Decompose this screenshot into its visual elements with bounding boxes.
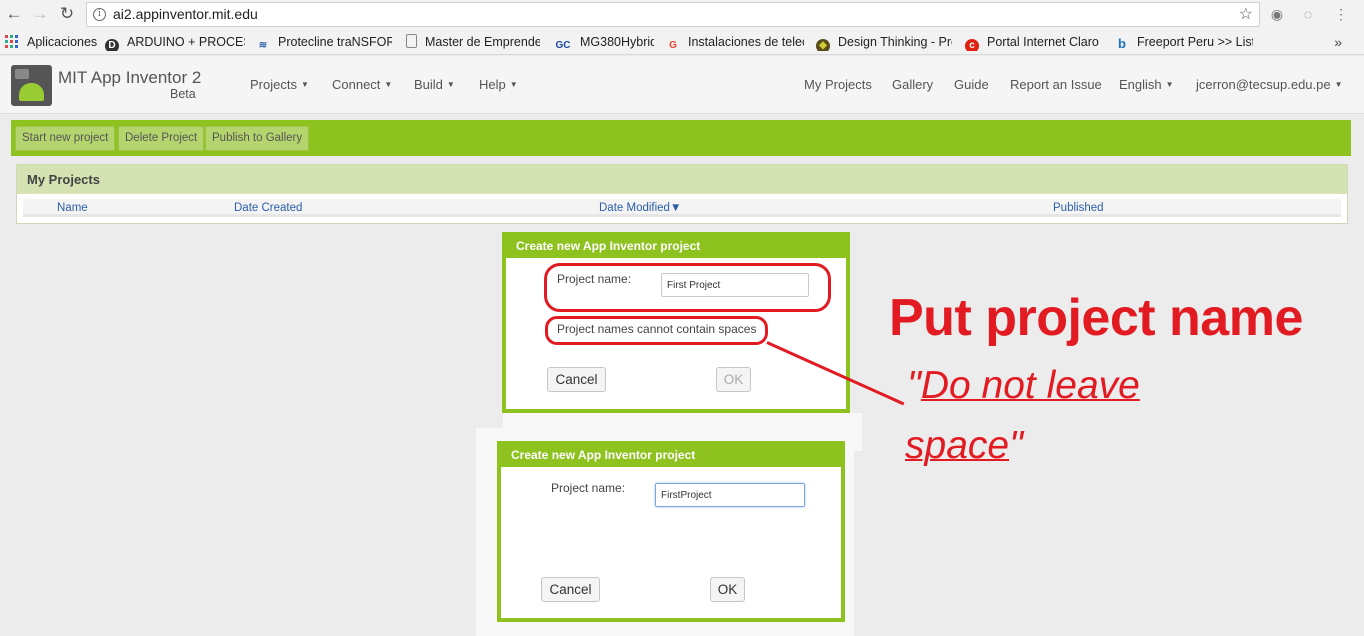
caret-down-icon: ▼ bbox=[384, 80, 393, 89]
bookmark-label: Protecline traNSFORM bbox=[278, 35, 392, 49]
app-title: MIT App Inventor 2 bbox=[58, 68, 202, 87]
delete-project-button[interactable]: Delete Project bbox=[118, 126, 205, 151]
publish-to-gallery-button[interactable]: Publish to Gallery bbox=[205, 126, 310, 151]
more-bookmarks-chevron-icon[interactable]: » bbox=[1334, 34, 1342, 50]
bookmark-freeport[interactable]: b Freeport Peru >> List bbox=[1115, 34, 1253, 51]
annotation-text: space bbox=[905, 424, 1010, 467]
bookmark-label: Aplicaciones bbox=[27, 35, 97, 49]
menu-label: Build bbox=[414, 77, 443, 92]
bookmark-mg380[interactable]: GC MG380Hybrid bbox=[554, 34, 655, 51]
dt-logo-icon: D bbox=[105, 39, 119, 51]
browser-menu-icon[interactable]: ⋮ bbox=[1333, 6, 1349, 22]
project-name-label: Project name: bbox=[551, 481, 626, 495]
bookmark-protecline[interactable]: ≋ Protecline traNSFORM bbox=[256, 34, 392, 51]
annotation-line-2: space" bbox=[905, 424, 1023, 468]
extension-loading-icon[interactable]: ◌ bbox=[1300, 6, 1316, 22]
bookmark-star-icon[interactable]: ☆ bbox=[1239, 3, 1253, 26]
b-logo-icon: b bbox=[1118, 36, 1126, 51]
caret-down-icon: ▼ bbox=[446, 80, 455, 89]
menu-projects[interactable]: Projects ▼ bbox=[250, 77, 309, 92]
annotation-headline: Put project name bbox=[889, 289, 1303, 347]
project-name-input[interactable] bbox=[655, 483, 805, 507]
bookmark-master[interactable]: Master de Emprende bbox=[406, 34, 540, 51]
bookmark-label: Instalaciones de telec bbox=[688, 35, 804, 49]
annotation-text: Do not leave bbox=[920, 364, 1140, 407]
menu-label: Projects bbox=[250, 77, 297, 92]
bookmark-label: Master de Emprende bbox=[425, 35, 540, 49]
ok-button[interactable]: OK bbox=[710, 577, 745, 602]
app-header: MIT App Inventor 2 Beta Projects ▼ Connec… bbox=[0, 56, 1364, 114]
bookmark-label: Freeport Peru >> List bbox=[1137, 35, 1253, 49]
dialog-title: Create new App Inventor project bbox=[501, 445, 841, 467]
bookmark-arduino[interactable]: D ARDUINO + PROCESS bbox=[105, 34, 245, 51]
bookmark-claro[interactable]: c Portal Internet Claro bbox=[965, 34, 1099, 51]
url-text: ai2.appinventor.mit.edu bbox=[113, 6, 258, 22]
annotation-line-1: "Do not leave bbox=[907, 364, 1140, 408]
apps-grid-icon[interactable] bbox=[5, 35, 18, 48]
column-name[interactable]: Name bbox=[57, 202, 88, 214]
extension-icon[interactable]: ◉ bbox=[1269, 6, 1285, 22]
menu-build[interactable]: Build ▼ bbox=[414, 77, 455, 92]
back-arrow-icon[interactable]: ← bbox=[4, 4, 24, 24]
browser-toolbar: ← → ↻ i ai2.appinventor.mit.edu ☆ ◉ ◌ ⋮ bbox=[0, 0, 1364, 30]
annotation-circle-name bbox=[544, 263, 831, 312]
projects-heading: My Projects bbox=[17, 165, 1347, 194]
bookmark-label: MG380Hybrid bbox=[580, 35, 654, 49]
link-guide[interactable]: Guide bbox=[954, 77, 989, 92]
shield-logo-icon: ◆ bbox=[816, 39, 830, 51]
address-bar[interactable]: i ai2.appinventor.mit.edu ☆ bbox=[86, 2, 1260, 27]
column-published[interactable]: Published bbox=[1053, 202, 1104, 214]
menu-user-account[interactable]: jcerron@tecsup.edu.pe ▼ bbox=[1196, 77, 1343, 92]
projects-column-header: Name Date Created Date Modified▼ Publish… bbox=[23, 199, 1341, 217]
menu-label: English bbox=[1119, 77, 1162, 92]
bookmark-apps[interactable]: Aplicaciones bbox=[27, 34, 97, 51]
app-inventor-logo-icon[interactable] bbox=[11, 65, 52, 106]
gc-logo-icon: GC bbox=[555, 40, 571, 51]
bookmark-design-thinking[interactable]: ◆ Design Thinking - Pro bbox=[816, 34, 952, 51]
menu-language[interactable]: English ▼ bbox=[1119, 77, 1174, 92]
menu-label: jcerron@tecsup.edu.pe bbox=[1196, 77, 1331, 92]
caret-down-icon: ▼ bbox=[1165, 80, 1174, 89]
claro-logo-icon: c bbox=[965, 39, 979, 51]
bookmark-label: Design Thinking - Pro bbox=[838, 35, 952, 49]
stripes-logo-icon: ≋ bbox=[258, 40, 268, 51]
quote-mark: " bbox=[907, 364, 921, 407]
start-new-project-button[interactable]: Start new project bbox=[15, 126, 116, 151]
reload-icon[interactable]: ↻ bbox=[57, 4, 77, 24]
link-report-issue[interactable]: Report an Issue bbox=[1010, 77, 1102, 92]
menu-help[interactable]: Help ▼ bbox=[479, 77, 518, 92]
bookmarks-bar: Aplicaciones D ARDUINO + PROCESS ≋ Protecl… bbox=[0, 30, 1364, 55]
column-date-created[interactable]: Date Created bbox=[234, 202, 302, 214]
column-date-modified[interactable]: Date Modified▼ bbox=[599, 202, 681, 214]
google-g-logo-icon: G bbox=[669, 40, 677, 51]
dialog-title: Create new App Inventor project bbox=[506, 236, 846, 258]
app-beta-label: Beta bbox=[170, 87, 196, 101]
menu-label: Connect bbox=[332, 77, 381, 92]
bookmark-label: Portal Internet Claro bbox=[987, 35, 1099, 49]
menu-connect[interactable]: Connect ▼ bbox=[332, 77, 392, 92]
caret-down-icon: ▼ bbox=[1334, 80, 1343, 89]
cancel-button[interactable]: Cancel bbox=[547, 367, 606, 392]
link-gallery[interactable]: Gallery bbox=[892, 77, 933, 92]
ok-button[interactable]: OK bbox=[716, 367, 751, 392]
link-my-projects[interactable]: My Projects bbox=[804, 77, 872, 92]
bookmark-instalaciones[interactable]: G Instalaciones de telec bbox=[666, 34, 804, 51]
caret-down-icon: ▼ bbox=[509, 80, 518, 89]
info-icon[interactable]: i bbox=[93, 8, 106, 21]
create-project-dialog-valid: Create new App Inventor project Project … bbox=[497, 441, 845, 622]
projects-panel: My Projects Name Date Created Date Modif… bbox=[16, 164, 1348, 224]
caret-down-icon: ▼ bbox=[300, 80, 309, 89]
forward-arrow-icon[interactable]: → bbox=[30, 4, 50, 24]
menu-label: Help bbox=[479, 77, 506, 92]
annotation-circle-error bbox=[545, 316, 768, 345]
bookmark-label: ARDUINO + PROCESS bbox=[127, 35, 245, 49]
project-toolbar: Start new project Delete Project Publish… bbox=[11, 120, 1351, 156]
quote-mark: " bbox=[1009, 424, 1023, 467]
page-icon bbox=[406, 34, 417, 48]
cancel-button[interactable]: Cancel bbox=[541, 577, 600, 602]
